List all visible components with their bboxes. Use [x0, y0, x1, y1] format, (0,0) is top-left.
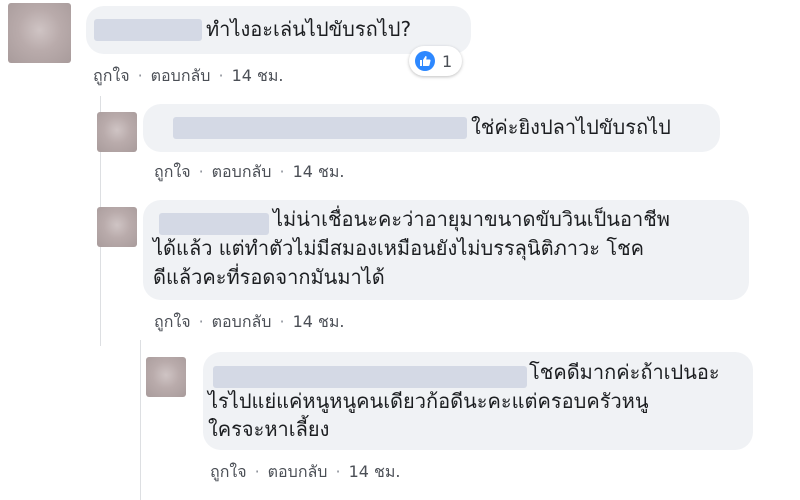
reaction-count: 1	[442, 51, 453, 71]
separator: ·	[198, 312, 204, 331]
avatar[interactable]	[8, 3, 71, 63]
comment-actions: ถูกใจ · ตอบกลับ · 14 ชม.	[210, 460, 401, 485]
redacted-author-name[interactable]	[159, 213, 269, 235]
comment-text-line: ใครจะหาเลี้ยง	[208, 417, 330, 441]
separator: ·	[198, 162, 204, 181]
like-link[interactable]: ถูกใจ	[210, 460, 247, 485]
thread-line-nested	[140, 340, 141, 500]
comment-text-line: ไรไปแย่แค่หนูหนูคนเดียวก้อดีนะคะแต่ครอบค…	[208, 389, 649, 413]
separator: ·	[137, 66, 143, 85]
reply-link[interactable]: ตอบกลับ	[212, 160, 272, 185]
timestamp[interactable]: 14 ชม.	[293, 310, 345, 335]
like-link[interactable]: ถูกใจ	[154, 160, 191, 185]
reply-link[interactable]: ตอบกลับ	[212, 310, 272, 335]
comment-text: ทำไงอะเล่นไปขับรถไป?	[206, 17, 412, 41]
comment-text-line: โชคดีมากค่ะถ้าเปนอะ	[529, 360, 720, 384]
comment-text-line: ได้แล้ว แต่ทำตัวไม่มีสมองเหมือนยังไม่บรร…	[153, 236, 645, 260]
separator: ·	[279, 162, 285, 181]
redacted-author-name[interactable]	[213, 366, 527, 388]
comment-text-line: ดีแล้วคะที่รอดจากมันมาได้	[153, 265, 385, 289]
comment-actions: ถูกใจ · ตอบกลับ · 14 ชม.	[154, 160, 345, 185]
comment-bubble: ไม่น่าเชื่อนะคะว่าอายุมาขนาดขับวินเป็นอา…	[143, 200, 749, 300]
separator: ·	[335, 462, 341, 481]
separator: ·	[254, 462, 260, 481]
timestamp[interactable]: 14 ชม.	[293, 160, 345, 185]
separator: ·	[218, 66, 224, 85]
comment-text-line: ไม่น่าเชื่อนะคะว่าอายุมาขนาดขับวินเป็นอา…	[273, 207, 670, 231]
thumbs-up-icon	[415, 51, 435, 71]
avatar[interactable]	[97, 207, 137, 247]
comment-actions: ถูกใจ · ตอบกลับ · 14 ชม.	[154, 310, 345, 335]
comment-bubble: ใช่ค่ะยิงปลาไปขับรถไป	[143, 104, 720, 152]
timestamp[interactable]: 14 ชม.	[232, 64, 284, 89]
avatar[interactable]	[97, 112, 137, 152]
separator: ·	[279, 312, 285, 331]
redacted-author-name[interactable]	[94, 19, 202, 41]
comment-bubble: โชคดีมากค่ะถ้าเปนอะ ไรไปแย่แค่หนูหนูคนเด…	[203, 352, 753, 450]
like-link[interactable]: ถูกใจ	[93, 64, 130, 89]
avatar[interactable]	[146, 357, 186, 397]
reaction-summary[interactable]: 1	[409, 46, 463, 76]
timestamp[interactable]: 14 ชม.	[349, 460, 401, 485]
like-link[interactable]: ถูกใจ	[154, 310, 191, 335]
redacted-author-name[interactable]	[173, 117, 467, 139]
comment-text: ใช่ค่ะยิงปลาไปขับรถไป	[471, 115, 671, 139]
comment-actions: ถูกใจ · ตอบกลับ · 14 ชม.	[93, 64, 284, 89]
reply-link[interactable]: ตอบกลับ	[151, 64, 211, 89]
reply-link[interactable]: ตอบกลับ	[268, 460, 328, 485]
comment-bubble: ทำไงอะเล่นไปขับรถไป?	[86, 6, 471, 54]
